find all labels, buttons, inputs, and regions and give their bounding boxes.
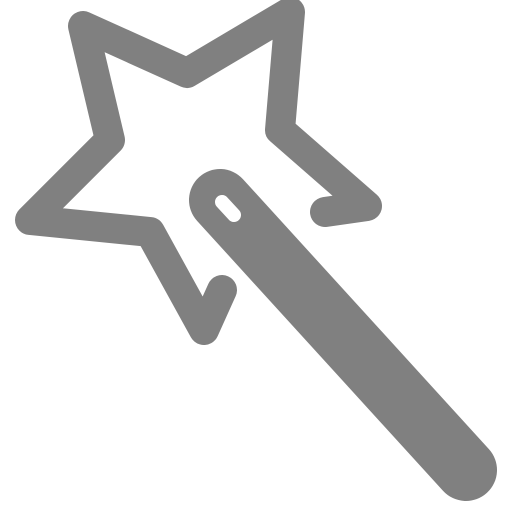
wand-tip-highlight [215,195,241,222]
icon-canvas [0,0,512,512]
wand-body [189,169,497,501]
magic-wand-icon [15,0,497,501]
